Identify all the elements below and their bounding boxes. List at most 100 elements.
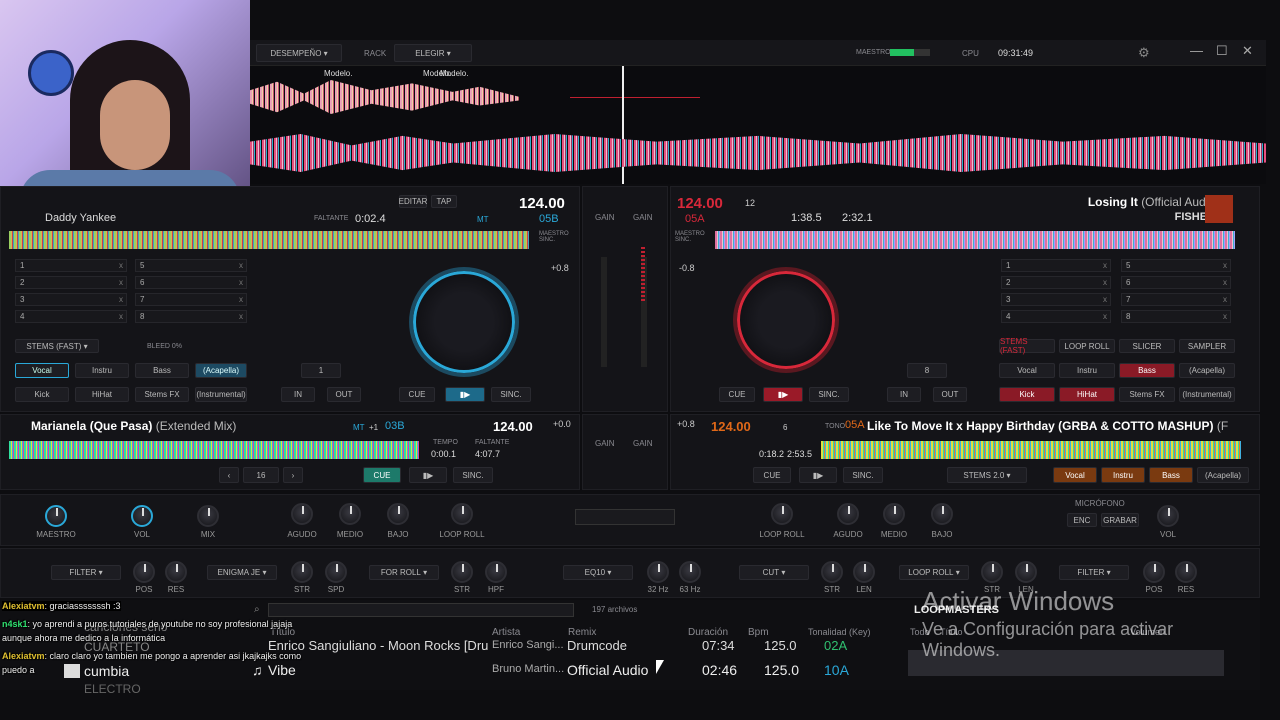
deck2-cue-8[interactable]: 8x xyxy=(1121,310,1231,323)
deck1-out[interactable]: OUT xyxy=(327,387,361,402)
pos-knob-right[interactable] xyxy=(1143,561,1165,583)
deck2-stem-fx[interactable]: Stems FX xyxy=(1119,387,1175,402)
deck1-jogwheel[interactable] xyxy=(409,267,519,377)
str-knob-3[interactable] xyxy=(821,561,843,583)
deck3-loop-prev[interactable]: ‹ xyxy=(219,467,239,483)
deck1-cue-2[interactable]: 2x xyxy=(15,276,127,289)
bajo-knob-left[interactable] xyxy=(387,503,409,525)
table-row[interactable]: Enrico Sangiuliano - Moon Rocks [Drumcod… xyxy=(250,638,870,654)
deck2-loop-roll[interactable]: LOOP ROLL xyxy=(1059,339,1115,353)
deck4-stem-acapella[interactable]: (Acapella) xyxy=(1197,467,1249,483)
deck1-sync-button[interactable]: SINC. xyxy=(491,387,531,402)
fx-select-3[interactable]: FOR ROLL ▾ xyxy=(369,565,439,580)
hz32-knob[interactable] xyxy=(647,561,669,583)
hz63-knob[interactable] xyxy=(679,561,701,583)
settings-icon[interactable]: ⚙ xyxy=(1138,45,1150,61)
deck1-stem-instru[interactable]: Instru xyxy=(75,363,129,378)
vol-knob-left[interactable] xyxy=(131,505,153,527)
fx-select-filter-right[interactable]: FILTER ▾ xyxy=(1059,565,1129,580)
deck2-loop-value[interactable]: 8 xyxy=(907,363,947,378)
deck2-sync-button[interactable]: SINC. xyxy=(809,387,849,402)
deck1-stem-kick[interactable]: Kick xyxy=(15,387,69,402)
str-knob-1[interactable] xyxy=(291,561,313,583)
deck3-sync-button[interactable]: SINC. xyxy=(453,467,493,483)
mic-grabar[interactable]: GRABAR xyxy=(1101,513,1139,527)
close-icon[interactable]: ✕ xyxy=(1242,43,1253,59)
minimize-icon[interactable]: — xyxy=(1190,43,1203,58)
agudo-knob-right[interactable] xyxy=(837,503,859,525)
deck3-loop-value[interactable]: 16 xyxy=(243,467,279,483)
deck2-sampler[interactable]: SAMPLER xyxy=(1179,339,1235,353)
deck2-cue-button[interactable]: CUE xyxy=(719,387,755,402)
search-icon[interactable]: ⌕ xyxy=(254,604,260,615)
deck1-cue-4[interactable]: 4x xyxy=(15,310,127,323)
deck2-stem-hihat[interactable]: HiHat xyxy=(1059,387,1115,402)
mix-knob[interactable] xyxy=(197,505,219,527)
deck2-stem-kick[interactable]: Kick xyxy=(999,387,1055,402)
deck1-tap[interactable]: TAP xyxy=(431,195,457,208)
deck4-stem-instru[interactable]: Instru xyxy=(1101,467,1145,483)
deck3-loop-next[interactable]: › xyxy=(283,467,303,483)
vol-knob-right[interactable] xyxy=(1157,505,1179,527)
medio-knob-right[interactable] xyxy=(883,503,905,525)
deck2-jogwheel[interactable] xyxy=(733,267,839,373)
mic-enc[interactable]: ENC xyxy=(1067,513,1097,527)
deck4-sync-button[interactable]: SINC. xyxy=(843,467,883,483)
deck1-edit[interactable]: EDITAR xyxy=(399,195,427,208)
deck2-cue-1[interactable]: 1x xyxy=(1001,259,1111,272)
bajo-knob-right[interactable] xyxy=(931,503,953,525)
deck1-stem-acapella[interactable]: (Acapella) xyxy=(195,363,247,378)
deck2-slicer[interactable]: SLICER xyxy=(1119,339,1175,353)
deck4-play-button[interactable]: ▮▶ xyxy=(799,467,837,483)
len-knob-2[interactable] xyxy=(1015,561,1037,583)
deck2-cue-4[interactable]: 4x xyxy=(1001,310,1111,323)
deck1-loop-value[interactable]: 1 xyxy=(301,363,341,378)
deck1-cue-1[interactable]: 1x xyxy=(15,259,127,272)
deck2-stem-vocal[interactable]: Vocal xyxy=(999,363,1055,378)
deck2-cue-3[interactable]: 3x xyxy=(1001,293,1111,306)
deck1-stem-bass[interactable]: Bass xyxy=(135,363,189,378)
deck2-cue-2[interactable]: 2x xyxy=(1001,276,1111,289)
deck2-stem-acapella[interactable]: (Acapella) xyxy=(1179,363,1235,378)
deck1-stem-instrumental[interactable]: (Instrumental) xyxy=(195,387,247,402)
fx-select-loop-roll[interactable]: LOOP ROLL ▾ xyxy=(899,565,969,580)
loop-roll-knob-right[interactable] xyxy=(771,503,793,525)
len-knob[interactable] xyxy=(853,561,875,583)
spd-knob[interactable] xyxy=(325,561,347,583)
deck2-stem-instrumental[interactable]: (Instrumental) xyxy=(1179,387,1235,402)
deck1-cue-8[interactable]: 8x xyxy=(135,310,247,323)
deck1-cue-7[interactable]: 7x xyxy=(135,293,247,306)
rack-select[interactable]: ELEGIR ▾ xyxy=(394,44,472,62)
deck1-cue-3[interactable]: 3x xyxy=(15,293,127,306)
deck2-play-button[interactable]: ▮▶ xyxy=(763,387,803,402)
deck1-cue-6[interactable]: 6x xyxy=(135,276,247,289)
agudo-knob-left[interactable] xyxy=(291,503,313,525)
fx-select-eq10[interactable]: EQ10 ▾ xyxy=(563,565,633,580)
str-knob-4[interactable] xyxy=(981,561,1003,583)
folder-3[interactable]: cumbia xyxy=(84,663,129,679)
deck3-cue-button[interactable]: CUE xyxy=(363,467,401,483)
medio-knob-left[interactable] xyxy=(339,503,361,525)
deck1-stem-hihat[interactable]: HiHat xyxy=(75,387,129,402)
fx-select-2[interactable]: ENIGMA JE ▾ xyxy=(207,565,277,580)
deck4-stems-select[interactable]: STEMS 2.0 ▾ xyxy=(947,467,1027,483)
deck2-stems-select[interactable]: STEMS (FAST) xyxy=(999,337,1055,355)
loop-roll-knob-left[interactable] xyxy=(451,503,473,525)
fx-select-1[interactable]: FILTER ▾ xyxy=(51,565,121,580)
maximize-icon[interactable]: ☐ xyxy=(1216,43,1228,59)
deck1-stems-select[interactable]: STEMS (FAST) ▾ xyxy=(15,339,99,353)
deck2-stem-instru[interactable]: Instru xyxy=(1059,363,1115,378)
deck1-cue-5[interactable]: 5x xyxy=(135,259,247,272)
mode-select[interactable]: DESEMPEÑO ▾ xyxy=(256,44,342,62)
deck2-cue-6[interactable]: 6x xyxy=(1121,276,1231,289)
table-row[interactable]: ♫ Vibe Bruno Martin... Official Audio 02… xyxy=(250,662,870,678)
deck3-play-button[interactable]: ▮▶ xyxy=(409,467,447,483)
res-knob-left[interactable] xyxy=(165,561,187,583)
deck4-cue-button[interactable]: CUE xyxy=(753,467,791,483)
deck2-out[interactable]: OUT xyxy=(933,387,967,402)
deck2-stem-bass[interactable]: Bass xyxy=(1119,363,1175,378)
fx-select-cut[interactable]: CUT ▾ xyxy=(739,565,809,580)
deck1-stem-fx[interactable]: Stems FX xyxy=(135,387,189,402)
search-input[interactable] xyxy=(268,603,574,617)
deck2-cue-7[interactable]: 7x xyxy=(1121,293,1231,306)
